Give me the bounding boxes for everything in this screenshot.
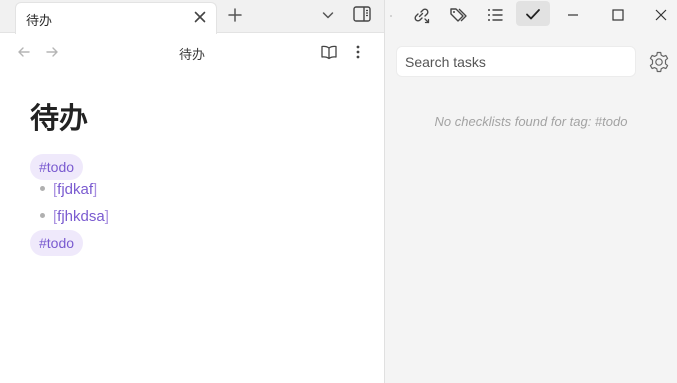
tab-title: 待办	[26, 14, 53, 29]
sidebar-toggle-icon[interactable]	[352, 5, 372, 23]
list-icon[interactable]	[485, 5, 505, 25]
close-icon[interactable]	[651, 5, 671, 25]
tag-todo[interactable]: #todo	[30, 154, 84, 180]
internal-link[interactable]: fjdkaf	[57, 181, 93, 198]
link-bracket-close: ]	[104, 208, 109, 225]
list-item: [fjdkaf]	[40, 180, 97, 200]
tags-icon[interactable]	[448, 5, 468, 25]
check-tab-active[interactable]	[516, 1, 550, 26]
links-icon[interactable]	[411, 5, 431, 25]
note-content: 待办 #todo [fjdkaf] [fjhkdsa] #todo	[0, 70, 384, 383]
link-bracket-close: ]	[93, 181, 98, 198]
minimize-icon[interactable]	[563, 5, 583, 25]
tab-active[interactable]: 待办	[15, 2, 217, 34]
tag-todo[interactable]: #todo	[30, 230, 84, 256]
note-heading: 待办	[30, 101, 89, 135]
app-window: 待办 待办 待办 #todo [fjdkaf] [fjhkdsa] #todo …	[0, 0, 677, 383]
view-header: 待办	[0, 34, 384, 70]
more-vertical-icon[interactable]	[350, 44, 366, 60]
right-sidebar: No checklists found for tag: #todo	[385, 0, 677, 383]
bullet	[40, 185, 45, 191]
list-item: [fjhkdsa]	[40, 207, 109, 227]
check-icon	[523, 4, 543, 24]
chevron-down-icon[interactable]	[320, 7, 336, 23]
book-open-icon[interactable]	[320, 44, 338, 60]
gear-icon[interactable]	[647, 50, 671, 74]
search-input[interactable]	[396, 46, 636, 77]
empty-state-message: No checklists found for tag: #todo	[434, 114, 628, 129]
sidebar-tab-bar	[385, 0, 677, 30]
divider-dot	[390, 15, 392, 17]
tab-bar: 待办	[0, 0, 384, 34]
bullet	[40, 212, 45, 218]
internal-link[interactable]: fjhkdsa	[57, 208, 105, 225]
close-icon[interactable]	[192, 9, 208, 25]
maximize-icon[interactable]	[608, 5, 628, 25]
plus-icon[interactable]	[226, 6, 244, 24]
